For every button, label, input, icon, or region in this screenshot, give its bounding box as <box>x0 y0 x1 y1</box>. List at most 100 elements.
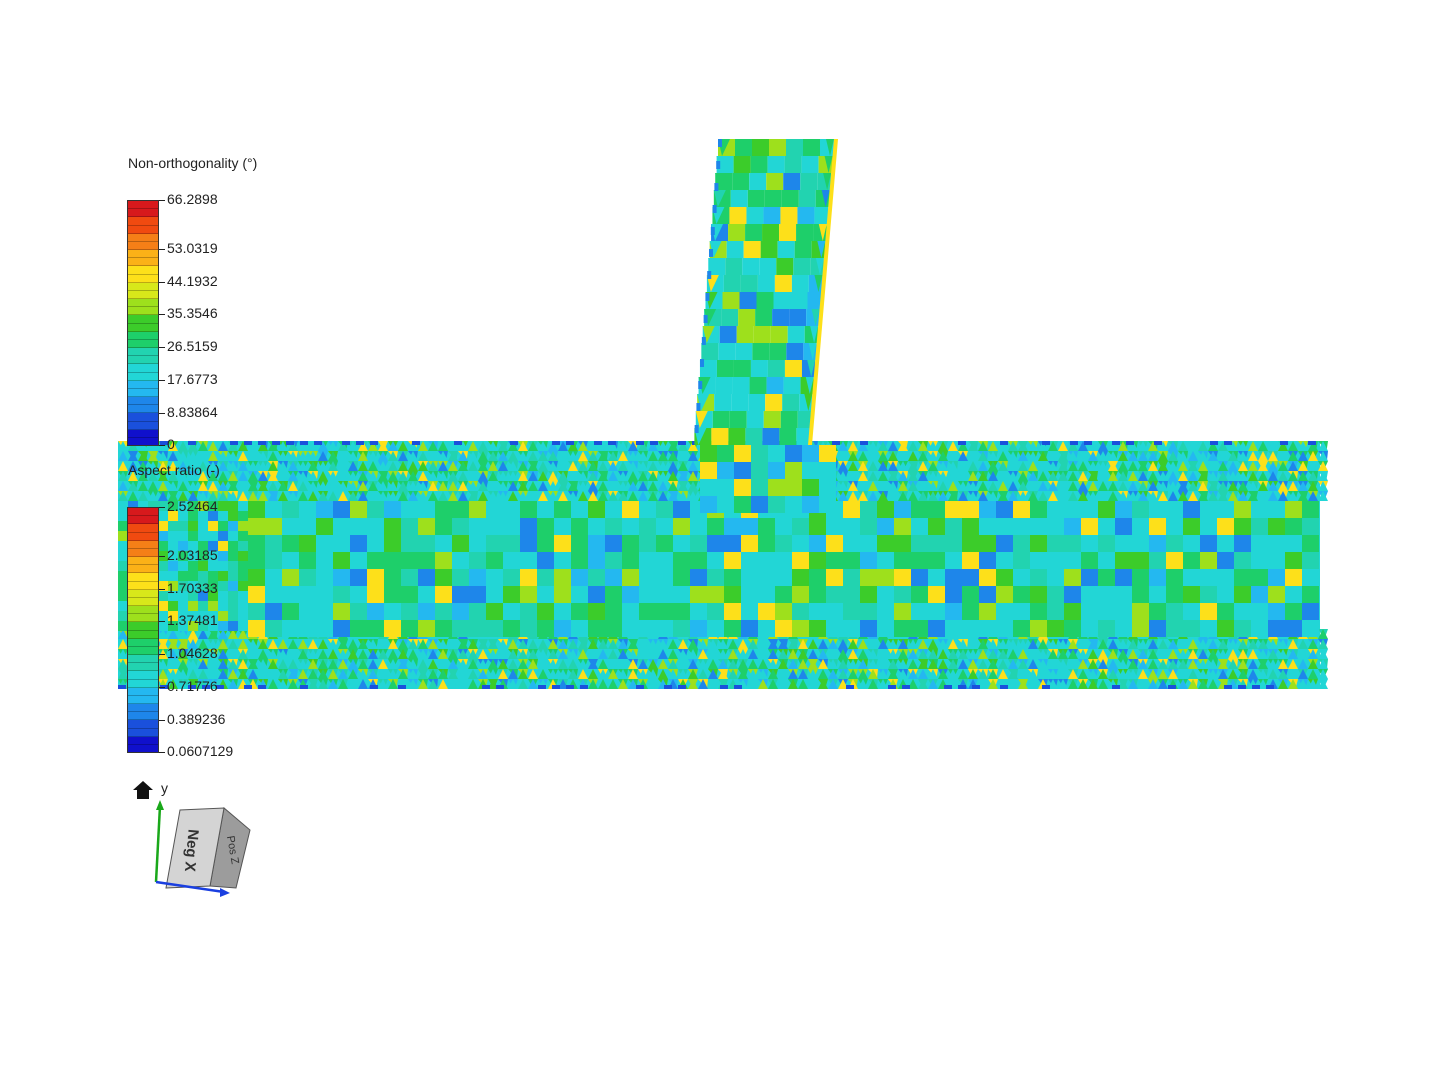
mesh-cell <box>819 445 836 462</box>
mesh-cell <box>792 586 809 603</box>
colorbar-band <box>128 233 158 242</box>
mesh-cell <box>636 685 644 689</box>
mesh-cell <box>188 441 196 445</box>
mesh-cell <box>1285 620 1302 637</box>
mesh-cell <box>656 603 673 620</box>
mesh-cell <box>752 139 769 156</box>
mesh-cell <box>1280 441 1288 445</box>
mesh-cell <box>1302 620 1319 637</box>
mesh-cell <box>605 501 622 518</box>
legend-nonortho-tick: 17.6773 <box>159 372 218 386</box>
mesh-cell <box>238 571 248 581</box>
mesh-cell <box>588 518 605 535</box>
mesh-cell <box>894 552 911 569</box>
mesh-cell <box>962 603 979 620</box>
mesh-cell <box>717 445 734 462</box>
mesh-cell <box>554 603 571 620</box>
mesh-cell <box>733 360 751 377</box>
mesh-cell <box>188 521 198 531</box>
mesh-cell <box>316 603 333 620</box>
mesh-cell <box>782 394 800 411</box>
mesh-cell <box>826 535 843 552</box>
colorbar-band <box>128 307 158 316</box>
mesh-cell <box>282 501 299 518</box>
mesh-cell <box>696 403 701 411</box>
mesh-cell <box>367 552 384 569</box>
colorbar-band <box>128 736 158 745</box>
colorbar-band <box>128 524 158 533</box>
mesh-cell <box>503 569 520 586</box>
mesh-cell <box>566 441 574 445</box>
mesh-cell <box>1234 586 1251 603</box>
mesh-cell <box>554 518 571 535</box>
mesh-cell <box>783 377 801 394</box>
mesh-cell <box>1217 586 1234 603</box>
mesh-cell <box>178 531 188 541</box>
mesh-cell <box>1251 603 1268 620</box>
mesh-cell <box>785 445 802 462</box>
mesh-cell <box>745 428 763 445</box>
legend-aspect-tick: 0.389236 <box>159 712 225 726</box>
mesh-cell <box>605 620 622 637</box>
mesh-cell <box>1000 685 1008 689</box>
mesh-cell <box>945 586 962 603</box>
mesh-cell <box>819 479 836 496</box>
mesh-cell <box>218 571 228 581</box>
mesh-cell <box>503 603 520 620</box>
orientation-widget[interactable]: y Neg X Pos Z <box>128 776 268 906</box>
mesh-cell <box>826 569 843 586</box>
mesh-cell <box>751 445 768 462</box>
mesh-cell <box>510 441 518 445</box>
mesh-cell <box>622 535 639 552</box>
mesh-cell <box>1030 518 1047 535</box>
mesh-cell <box>1234 535 1251 552</box>
mesh-cell <box>741 535 758 552</box>
legend-aspect-title: Aspect ratio (-) <box>128 462 220 478</box>
mesh-cell <box>208 601 218 611</box>
mesh-cell <box>734 479 751 496</box>
mesh-cell <box>299 620 316 637</box>
mesh-cell <box>1234 569 1251 586</box>
mesh-cell <box>1098 518 1115 535</box>
mesh-cell <box>622 586 639 603</box>
mesh-cell <box>756 292 774 309</box>
mesh-cell <box>469 603 486 620</box>
mesh-cell <box>787 326 805 343</box>
mesh-cell <box>418 603 435 620</box>
mesh-cell <box>636 441 644 445</box>
mesh-cell <box>1166 535 1183 552</box>
mesh-cell <box>1013 518 1030 535</box>
mesh-cell <box>282 603 299 620</box>
mesh-cell <box>1302 603 1319 620</box>
mesh-cell <box>786 343 804 360</box>
mesh-cell <box>208 521 218 531</box>
colorbar-band <box>128 299 158 308</box>
mesh-cell <box>482 685 490 689</box>
mesh-cell <box>238 551 248 561</box>
colorbar-band <box>128 720 158 729</box>
mesh-cell <box>718 139 722 147</box>
mesh-cell <box>809 552 826 569</box>
mesh-cell <box>398 685 406 689</box>
mesh-cell <box>1115 501 1132 518</box>
mesh-cell <box>707 603 724 620</box>
mesh-cell <box>832 441 840 445</box>
mesh-cell <box>218 581 228 591</box>
mesh-cell <box>712 411 730 428</box>
mesh-cell <box>911 603 928 620</box>
mesh-cell <box>580 685 588 689</box>
colorbar-band <box>128 671 158 680</box>
mesh-cell <box>218 551 228 561</box>
mesh-cell <box>690 535 707 552</box>
mesh-cell <box>566 685 574 689</box>
colorbar-band <box>128 217 158 226</box>
mesh-cell <box>894 569 911 586</box>
legend-aspect-colorbar <box>127 507 159 753</box>
mesh-cell <box>719 326 737 343</box>
mesh-cell <box>1098 569 1115 586</box>
mesh-cell <box>1183 518 1200 535</box>
mesh-cell <box>520 501 537 518</box>
colorbar-band <box>128 372 158 381</box>
mesh-cell <box>1115 518 1132 535</box>
mesh-cell <box>1149 569 1166 586</box>
